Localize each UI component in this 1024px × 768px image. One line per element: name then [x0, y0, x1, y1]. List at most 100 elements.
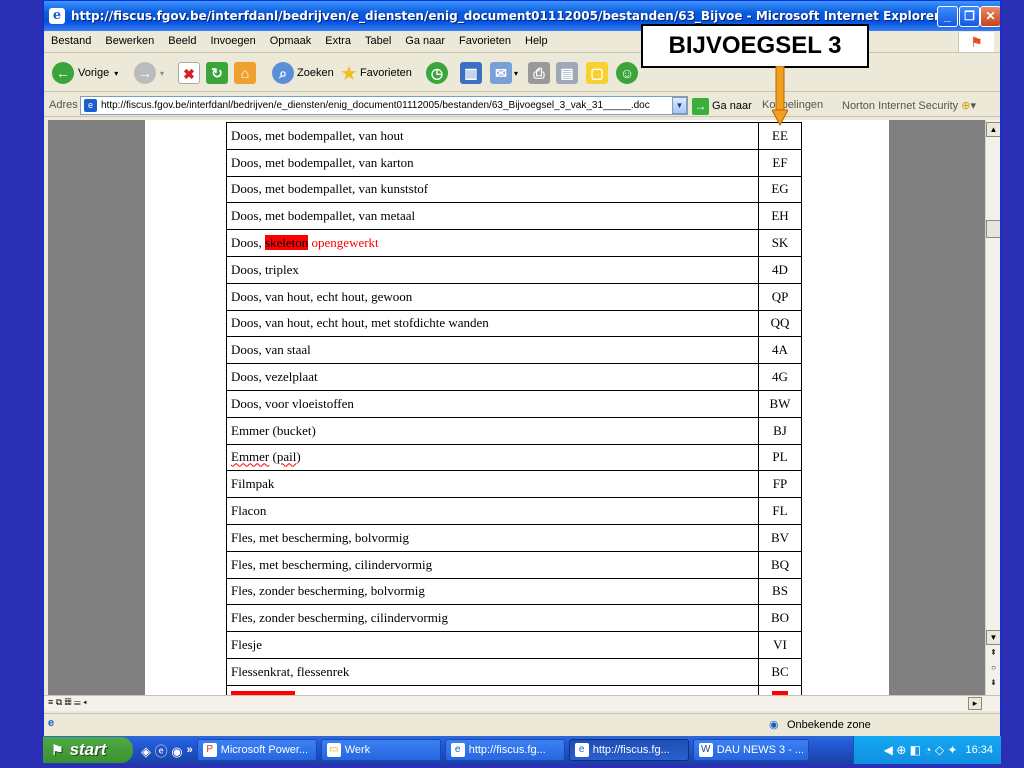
address-url: http://fiscus.fgov.be/interfdanl/bedrijv…: [101, 100, 650, 111]
callout-arrow-icon: [772, 66, 788, 126]
row-code: 4G: [758, 363, 802, 391]
document-viewport[interactable]: Doos, met bodempallet, van hout EE Doos, m…: [48, 120, 986, 695]
task-ie-2[interactable]: e http://fiscus.fg...: [568, 739, 689, 761]
menu-bewerken[interactable]: Bewerken: [98, 31, 161, 47]
row-description-part: pail: [276, 449, 297, 465]
row-description: Emmer (pail): [226, 443, 759, 472]
menu-invoegen[interactable]: Invoegen: [203, 31, 262, 47]
stop-button[interactable]: ✖: [178, 60, 200, 86]
forward-dropdown-icon[interactable]: ▾: [160, 69, 164, 78]
start-button[interactable]: ⚑ start: [43, 737, 133, 763]
row-description: Doos, van hout, echt hout, met stofdicht…: [226, 309, 759, 338]
quicklaunch-more-icon[interactable]: »: [187, 744, 193, 756]
table-row: Filmpak FP: [226, 470, 802, 499]
start-label: start: [69, 740, 107, 759]
mail-icon: ✉: [490, 62, 512, 84]
history-button[interactable]: ◷: [426, 60, 448, 86]
row-description-part: (: [269, 449, 277, 465]
row-description: Fles, zonder bescherming, bolvormig: [226, 577, 759, 606]
page-icon: e: [84, 99, 97, 112]
norton-toolbar[interactable]: Norton Internet Security ⊕▾: [842, 99, 976, 112]
search-button[interactable]: ⌕ Zoeken: [272, 60, 334, 86]
quicklaunch-icons[interactable]: ◈ ⓔ ◉: [141, 741, 183, 760]
clock: 16:34: [965, 744, 993, 756]
scroll-thumb[interactable]: [986, 220, 1000, 238]
row-code: [758, 684, 802, 695]
horizontal-scrollbar[interactable]: ≡ ⧉ ▦ ☰ ◂ ▸: [44, 695, 1000, 711]
row-code: QP: [758, 282, 802, 311]
system-tray: ◀ ⊕ ◧ ◔ ◇ ✦ 16:34: [853, 736, 1001, 764]
row-description: Flessenkrat, flessenrek: [226, 657, 759, 686]
forward-arrow-icon: →: [134, 62, 156, 84]
stop-icon: ✖: [178, 62, 200, 84]
table-row: Doos, vezelplaat 4G: [226, 363, 802, 391]
row-code: BQ: [758, 550, 802, 579]
table-row: Doos, met bodempallet, van metaal EH: [226, 202, 802, 231]
bijvoegsel-callout: BIJVOEGSEL 3: [641, 24, 869, 68]
view-mode-icons[interactable]: ≡ ⧉ ▦ ☰ ◂: [48, 697, 87, 708]
maximize-button[interactable]: ❐: [959, 6, 980, 27]
mail-button[interactable]: ✉ ▾: [490, 60, 518, 86]
back-arrow-icon: ←: [52, 62, 74, 84]
home-button[interactable]: ⌂: [234, 60, 256, 86]
favorites-button[interactable]: ★ Favorieten: [340, 60, 412, 86]
menu-tabel[interactable]: Tabel: [358, 31, 398, 47]
address-dropdown-button[interactable]: ▼: [672, 97, 687, 114]
vertical-scrollbar[interactable]: ▲ ▼ ⇞ ○ ⇟: [985, 120, 1000, 695]
go-button[interactable]: → Ga naar: [692, 97, 752, 115]
menu-extra[interactable]: Extra: [318, 31, 358, 47]
status-page-icon: e: [48, 717, 55, 729]
folder-icon: ▭: [326, 743, 341, 757]
menu-help[interactable]: Help: [518, 31, 555, 47]
task-ie-1[interactable]: e http://fiscus.fg...: [444, 739, 565, 761]
previous-page-icon[interactable]: ⇞: [986, 646, 1000, 661]
tray-icons[interactable]: ◀ ⊕ ◧ ◔ ◇ ✦: [884, 743, 958, 757]
row-code: SK: [758, 229, 802, 257]
table-row: Doos, triplex 4D: [226, 255, 802, 284]
table-row: Doos, van hout, echt hout, gewoon QP: [226, 282, 802, 311]
row-code: EH: [758, 202, 802, 231]
forward-button[interactable]: → ▾: [134, 60, 164, 86]
task-werk[interactable]: ▭ Werk: [320, 739, 441, 761]
table-row: Fles, met bescherming, bolvormig BV: [226, 523, 802, 552]
back-dropdown-icon[interactable]: ▾: [114, 69, 118, 78]
row-code: BV: [758, 523, 802, 552]
row-code: BJ: [758, 416, 802, 445]
menu-beeld[interactable]: Beeld: [161, 31, 203, 47]
minimize-button[interactable]: _: [937, 6, 958, 27]
scroll-right-button[interactable]: ▸: [968, 697, 982, 710]
table-row: Emmer (pail) PL: [226, 443, 802, 472]
close-button[interactable]: ✕: [980, 6, 1000, 27]
task-powerpoint[interactable]: P Microsoft Power...: [196, 739, 317, 761]
scroll-up-button[interactable]: ▲: [986, 122, 1000, 137]
messenger-button[interactable]: ☺: [616, 60, 638, 86]
row-description: Doos, met bodempallet, van metaal: [226, 202, 759, 231]
task-dau-news[interactable]: W DAU NEWS 3 - ...: [692, 739, 809, 761]
task-label: DAU NEWS 3 - ...: [716, 744, 805, 756]
mail-dropdown-icon[interactable]: ▾: [514, 69, 518, 78]
menu-ga-naar[interactable]: Ga naar: [398, 31, 452, 47]
next-page-icon[interactable]: ⇟: [986, 676, 1000, 691]
row-code: FP: [758, 470, 802, 499]
refresh-button[interactable]: ↻: [206, 60, 228, 86]
row-description: Doos, skeleton opengewerkt: [226, 229, 759, 257]
edit-button[interactable]: ▤: [556, 60, 578, 86]
browse-object-icon[interactable]: ○: [986, 661, 1000, 676]
address-bar: Adres e http://fiscus.fgov.be/interfdanl…: [44, 93, 1000, 117]
print-button[interactable]: ⎙: [528, 60, 550, 86]
search-label: Zoeken: [297, 67, 334, 79]
row-description: Filmpak: [226, 470, 759, 499]
row-description-part: skeleton: [264, 235, 309, 251]
table-row: Doos, met bodempallet, van hout EE: [226, 122, 802, 150]
menu-bestand[interactable]: Bestand: [44, 31, 98, 47]
history-icon: ◷: [426, 62, 448, 84]
media-button[interactable]: ▥: [460, 60, 482, 86]
menu-opmaak[interactable]: Opmaak: [263, 31, 319, 47]
row-description-part: ): [296, 449, 301, 465]
address-input[interactable]: e http://fiscus.fgov.be/interfdanl/bedri…: [80, 96, 688, 115]
row-code: 4A: [758, 336, 802, 365]
scroll-down-button[interactable]: ▼: [986, 630, 1000, 645]
notes-button[interactable]: ▢: [586, 60, 608, 86]
back-button[interactable]: ← Vorige ▾: [52, 60, 118, 86]
menu-favorieten[interactable]: Favorieten: [452, 31, 518, 47]
